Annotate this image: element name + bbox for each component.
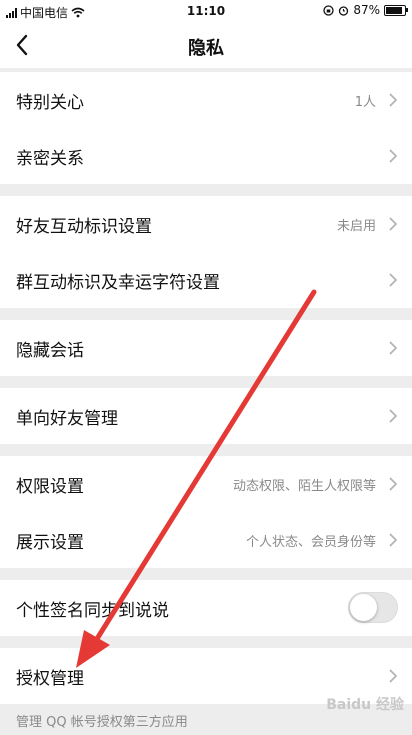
row-label: 授权管理: [16, 669, 84, 689]
row-friend-interaction-marks[interactable]: 好友互动标识设置 未启用: [0, 196, 412, 252]
row-intimate-relationship[interactable]: 亲密关系: [0, 128, 412, 184]
row-special-care[interactable]: 特别关心 1人: [0, 72, 412, 128]
row-permission-settings[interactable]: 权限设置 动态权限、陌生人权限等: [0, 456, 412, 512]
signature-sync-toggle[interactable]: [348, 592, 398, 623]
row-group-interaction-marks[interactable]: 群互动标识及幸运字符设置: [0, 252, 412, 308]
status-bar: 中国电信 11:10 87%: [0, 0, 412, 22]
chevron-right-icon: [389, 409, 398, 423]
page-title: 隐私: [188, 38, 224, 59]
chevron-right-icon: [389, 341, 398, 355]
row-label: 亲密关系: [16, 149, 84, 169]
section-interaction-marks: 好友互动标识设置 未启用 群互动标识及幸运字符设置: [0, 196, 412, 308]
row-value: 未启用: [336, 219, 376, 234]
chevron-right-icon: [389, 273, 398, 287]
row-signature-sync: 个性签名同步到说说: [0, 580, 412, 636]
row-value: 个人状态、会员身份等: [245, 535, 376, 550]
row-one-way-friends[interactable]: 单向好友管理: [0, 388, 412, 444]
chevron-right-icon: [389, 217, 398, 231]
battery-icon: [384, 4, 408, 16]
row-hidden-chats[interactable]: 隐藏会话: [0, 320, 412, 376]
status-icons: 87%: [323, 3, 408, 17]
chevron-right-icon: [389, 477, 398, 491]
section-one-way-friends: 单向好友管理: [0, 388, 412, 444]
rotation-lock-icon: [323, 4, 334, 16]
row-label: 个性签名同步到说说: [16, 601, 169, 621]
row-label: 展示设置: [16, 533, 84, 553]
section-signature-sync: 个性签名同步到说说: [0, 580, 412, 636]
section-special-care: 特别关心 1人 亲密关系: [0, 72, 412, 184]
row-value: 动态权限、陌生人权限等: [232, 479, 376, 494]
row-label: 特别关心: [16, 93, 84, 113]
watermark: Baidu 经验: [326, 697, 404, 713]
alarm-icon: [339, 5, 349, 16]
section-hidden-chats: 隐藏会话: [0, 320, 412, 376]
row-value: 1人: [354, 95, 376, 110]
row-label: 权限设置: [16, 477, 84, 497]
toggle-knob: [350, 594, 377, 621]
row-display-settings[interactable]: 展示设置 个人状态、会员身份等: [0, 512, 412, 568]
authorization-footnote: 管理 QQ 帐号授权第三方应用: [16, 715, 188, 730]
row-label: 好友互动标识设置: [16, 217, 152, 237]
chevron-right-icon: [389, 93, 398, 107]
section-permissions: 权限设置 动态权限、陌生人权限等 展示设置 个人状态、会员身份等: [0, 456, 412, 568]
row-label: 群互动标识及幸运字符设置: [16, 273, 220, 293]
navigation-bar: 隐私: [0, 22, 412, 68]
chevron-right-icon: [389, 149, 398, 163]
row-label: 单向好友管理: [16, 409, 118, 429]
chevron-right-icon: [389, 533, 398, 547]
chevron-right-icon: [389, 669, 398, 683]
row-label: 隐藏会话: [16, 341, 84, 361]
battery-percent: 87%: [353, 3, 380, 17]
